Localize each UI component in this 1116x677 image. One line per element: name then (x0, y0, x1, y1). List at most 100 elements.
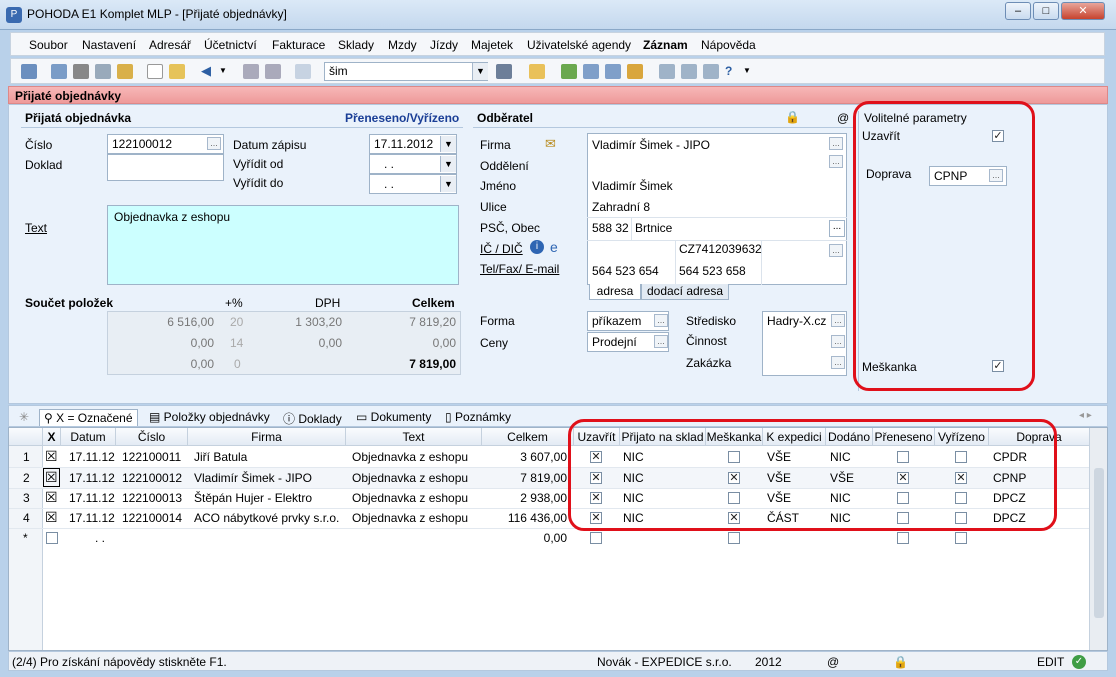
browser-icon[interactable]: e (550, 239, 558, 255)
firma-picker-icon[interactable]: … (829, 137, 843, 150)
maximize-button[interactable]: □ (1033, 2, 1059, 20)
menu-napoveda[interactable]: Nápověda (701, 38, 756, 52)
column-header-celkem[interactable]: Celkem (482, 428, 574, 446)
tab-polozky[interactable]: ▤ Položky objednávky (145, 409, 274, 425)
chevron-down-icon[interactable]: ▼ (219, 64, 235, 79)
tab-poznamky[interactable]: ▯ Poznámky (441, 409, 515, 425)
firma-field[interactable]: Vladimír Šimek - JIPO (592, 138, 710, 152)
calculator-icon[interactable] (605, 64, 621, 79)
row-mark-checkbox[interactable]: ☒ (45, 509, 58, 526)
print-icon[interactable] (73, 64, 89, 79)
ares-icon[interactable]: i (530, 240, 544, 254)
edit-icon[interactable] (169, 64, 185, 79)
tab-oznacene[interactable]: ⚲ X = Označené (39, 409, 138, 426)
menu-adresar[interactable]: Adresář (149, 38, 191, 52)
column-header-text[interactable]: Text (346, 428, 482, 446)
text-area[interactable]: Objednavka z eshopu (107, 205, 459, 285)
search-dropdown-icon[interactable]: ▼ (472, 63, 488, 80)
fax-field[interactable]: 564 523 658 (679, 264, 746, 278)
folder-icon[interactable] (529, 64, 545, 79)
column-header-k-expedici[interactable]: K expedici (763, 428, 826, 446)
column-header-vyrizeno[interactable]: Vyřízeno (935, 428, 989, 446)
exit-icon[interactable] (21, 64, 37, 79)
column-header-meskanka[interactable]: Meškanka (706, 428, 763, 446)
ceny-picker-icon[interactable]: … (654, 335, 668, 348)
oddeleni-picker-icon[interactable]: … (829, 155, 843, 168)
table-row[interactable]: 3 ☒ 17.11.12 122100013 Štěpán Hujer - El… (9, 488, 1089, 508)
search-input[interactable]: šim (324, 62, 488, 81)
stredisko-picker-icon[interactable]: … (831, 314, 845, 327)
address-more-button[interactable]: ... (829, 220, 845, 237)
column-header-x[interactable]: X (43, 428, 61, 446)
menu-zaznam[interactable]: Záznam (643, 38, 688, 52)
ulice-field[interactable]: Zahradní 8 (592, 200, 650, 214)
meskanka-checkbox[interactable]: ✓ (992, 360, 1004, 372)
obec-field[interactable]: Brtnice (635, 221, 672, 235)
tab-dokumenty[interactable]: ▭ Dokumenty (352, 409, 435, 425)
close-button[interactable]: ✕ (1061, 2, 1105, 20)
table-row[interactable]: 4 ☒ 17.11.12 122100014 ACO nábytkové prv… (9, 508, 1089, 528)
preneseno-checkbox[interactable] (897, 492, 909, 504)
uzavrit-checkbox[interactable] (590, 532, 602, 544)
back-arrow-icon[interactable]: ◀ (201, 64, 217, 79)
meskanka-checkbox[interactable]: ✕ (728, 512, 740, 524)
report-icon[interactable] (703, 64, 719, 79)
filter-icon[interactable] (496, 64, 512, 79)
vyridit-do-dropdown-icon[interactable]: ▼ (440, 176, 456, 192)
row-mark-checkbox[interactable]: ☒ (45, 489, 58, 506)
preneseno-checkbox[interactable] (897, 512, 909, 524)
tel-field[interactable]: 564 523 654 (592, 264, 659, 278)
menu-uzivatelske-agendy[interactable]: Uživatelské agendy (527, 38, 631, 52)
dic-picker-icon[interactable]: … (829, 244, 843, 257)
meskanka-checkbox[interactable] (728, 451, 740, 463)
meskanka-checkbox[interactable] (728, 532, 740, 544)
dic-field[interactable]: CZ7412039632 (679, 242, 762, 256)
tab-adresa[interactable]: adresa (589, 284, 641, 300)
status-link[interactable]: Přeneseno/Vyřízeno (345, 111, 459, 125)
jmeno-field[interactable]: Vladimír Šimek (592, 179, 673, 193)
form-icon[interactable] (681, 64, 697, 79)
vyrizeno-checkbox[interactable] (955, 532, 967, 544)
preneseno-checkbox[interactable]: ✕ (897, 472, 909, 484)
column-header-preneseno[interactable]: Přeneseno (873, 428, 935, 446)
cislo-picker-icon[interactable]: … (207, 137, 221, 150)
list-icon[interactable] (51, 64, 67, 79)
row-mark-checkbox[interactable]: ☒ (45, 448, 58, 465)
money-icon[interactable] (561, 64, 577, 79)
preneseno-checkbox[interactable] (897, 532, 909, 544)
vertical-scrollbar[interactable] (1089, 428, 1107, 650)
menu-nastaveni[interactable]: Nastavení (82, 38, 136, 52)
uzavrit-checkbox[interactable]: ✕ (590, 492, 602, 504)
save-icon[interactable] (243, 64, 259, 79)
column-header-firma[interactable]: Firma (188, 428, 346, 446)
table-icon[interactable] (583, 64, 599, 79)
vyrizeno-checkbox[interactable] (955, 492, 967, 504)
menu-majetek[interactable]: Majetek (471, 38, 513, 52)
menu-fakturace[interactable]: Fakturace (272, 38, 325, 52)
vyrizeno-checkbox[interactable]: ✕ (955, 472, 967, 484)
tab-scroll-icon[interactable]: ◂ ▸ (1075, 409, 1096, 422)
menu-ucetnictvi[interactable]: Účetnictví (204, 38, 257, 52)
vyrizeno-checkbox[interactable] (955, 512, 967, 524)
menu-jizdy[interactable]: Jízdy (430, 38, 458, 52)
table-row-selected[interactable]: 2 ☒ 17.11.12 122100012 Vladimír Šimek - … (9, 468, 1089, 488)
cinnost-picker-icon[interactable]: … (831, 335, 845, 348)
psc-field[interactable]: 588 32 (592, 221, 629, 235)
scrollbar-thumb[interactable] (1094, 468, 1104, 618)
save-copy-icon[interactable] (265, 64, 281, 79)
coins-icon[interactable] (627, 64, 643, 79)
doprava-picker-icon[interactable]: … (989, 169, 1003, 182)
column-header-cislo[interactable]: Číslo (116, 428, 188, 446)
meskanka-checkbox[interactable] (728, 492, 740, 504)
datum-zapisu-dropdown-icon[interactable]: ▼ (440, 136, 456, 152)
uzavrit-checkbox[interactable]: ✓ (992, 130, 1004, 142)
meskanka-checkbox[interactable]: ✕ (728, 472, 740, 484)
export-icon[interactable] (117, 64, 133, 79)
vyridit-od-dropdown-icon[interactable]: ▼ (440, 156, 456, 172)
column-header-dodano[interactable]: Dodáno (826, 428, 873, 446)
table-new-row[interactable]: * . . 0,00 (9, 528, 1089, 548)
help-dropdown-icon[interactable]: ▼ (743, 64, 759, 79)
uzavrit-checkbox[interactable]: ✕ (590, 451, 602, 463)
column-header-doprava[interactable]: Doprava (989, 428, 1089, 446)
row-mark-checkbox[interactable]: ☒ (43, 468, 60, 487)
